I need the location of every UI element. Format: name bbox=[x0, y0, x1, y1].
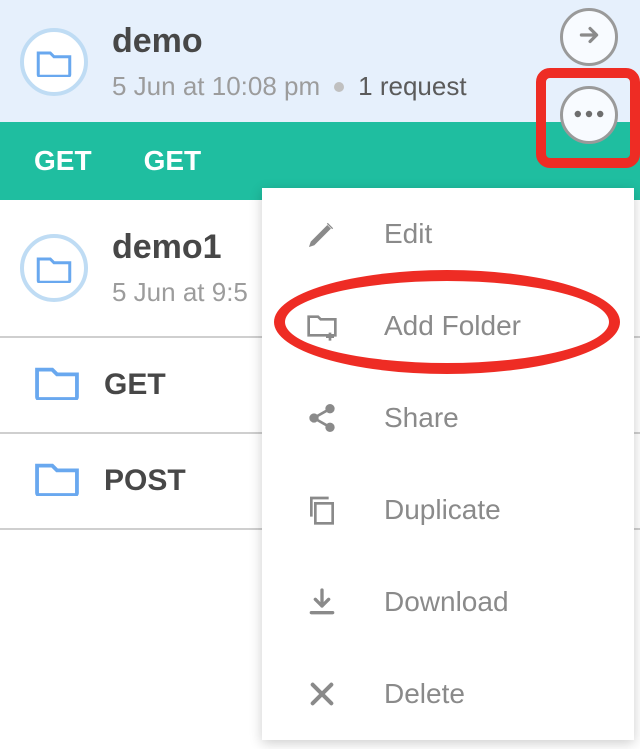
folder-icon bbox=[34, 362, 104, 408]
tab-get-2[interactable]: GET bbox=[144, 145, 202, 177]
menu-label: Share bbox=[384, 402, 459, 434]
pencil-icon bbox=[302, 214, 342, 254]
more-actions-button[interactable] bbox=[560, 86, 618, 144]
request-method: POST bbox=[104, 464, 186, 498]
menu-label: Edit bbox=[384, 218, 432, 250]
duplicate-icon bbox=[302, 490, 342, 530]
folder-plus-icon bbox=[302, 306, 342, 346]
request-count: 1 request bbox=[358, 71, 466, 102]
expand-button[interactable] bbox=[560, 8, 618, 66]
collection-title: demo bbox=[112, 22, 467, 61]
menu-label: Delete bbox=[384, 678, 465, 710]
meta-separator-dot bbox=[334, 82, 344, 92]
arrow-right-icon bbox=[576, 22, 602, 53]
close-icon bbox=[302, 674, 342, 714]
selected-collection-row[interactable]: demo 5 Jun at 10:08 pm 1 request bbox=[0, 0, 640, 122]
menu-label: Add Folder bbox=[384, 310, 521, 342]
menu-item-duplicate[interactable]: Duplicate bbox=[262, 464, 634, 556]
more-dots-icon bbox=[573, 106, 605, 124]
menu-item-add-folder[interactable]: Add Folder bbox=[262, 280, 634, 372]
menu-label: Download bbox=[384, 586, 509, 618]
share-icon bbox=[302, 398, 342, 438]
menu-item-share[interactable]: Share bbox=[262, 372, 634, 464]
actions-dropdown: Edit Add Folder Share Duplicate Download… bbox=[262, 188, 634, 740]
collection-date: 5 Jun at 9:5 bbox=[112, 277, 248, 308]
folder-icon bbox=[20, 28, 88, 96]
collection-meta: 5 Jun at 10:08 pm 1 request bbox=[112, 71, 467, 102]
folder-icon bbox=[20, 234, 88, 302]
download-icon bbox=[302, 582, 342, 622]
request-method: GET bbox=[104, 368, 166, 402]
menu-item-download[interactable]: Download bbox=[262, 556, 634, 648]
menu-label: Duplicate bbox=[384, 494, 501, 526]
collection-date: 5 Jun at 10:08 pm bbox=[112, 71, 320, 102]
tab-get-1[interactable]: GET bbox=[34, 145, 92, 177]
collection-title: demo1 bbox=[112, 228, 248, 267]
menu-item-edit[interactable]: Edit bbox=[262, 188, 634, 280]
folder-icon bbox=[34, 458, 104, 504]
menu-item-delete[interactable]: Delete bbox=[262, 648, 634, 740]
